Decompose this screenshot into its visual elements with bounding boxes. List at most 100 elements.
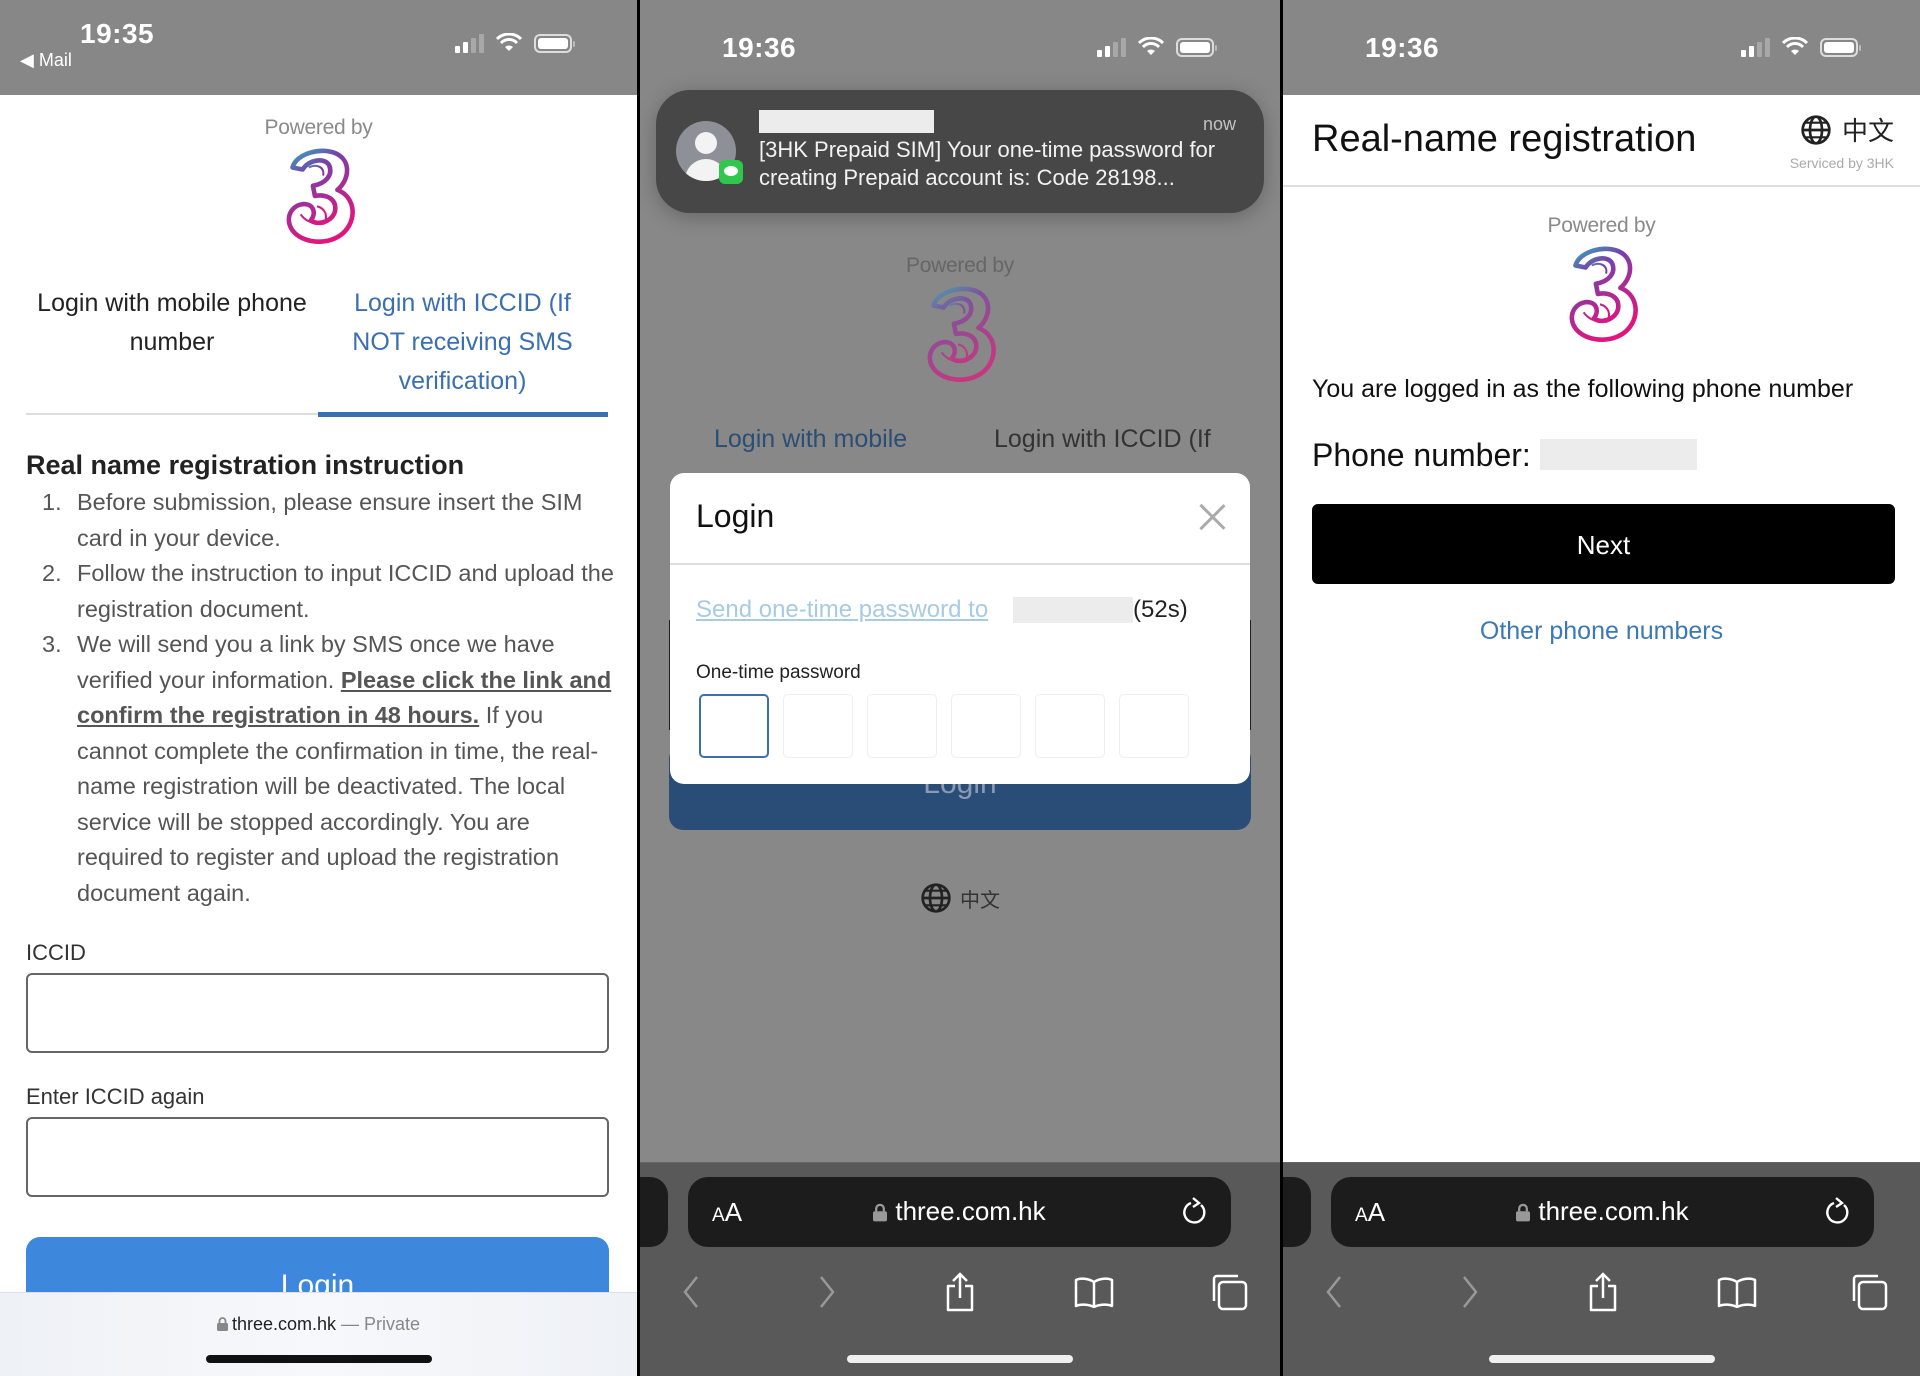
safari-url[interactable]: three.com.hk <box>688 1196 1231 1227</box>
safari-toolbar: AA three.com.hk <box>1283 1162 1920 1376</box>
home-indicator <box>847 1355 1073 1363</box>
previous-tab-pill[interactable] <box>640 1177 668 1247</box>
modal-title: Login <box>696 498 775 534</box>
resend-countdown: (52s) <box>1133 596 1188 623</box>
otp-label: One-time password <box>696 662 861 683</box>
tab-active-indicator <box>318 412 608 417</box>
wifi-icon <box>1782 37 1808 55</box>
bookmarks-icon[interactable] <box>1069 1267 1119 1317</box>
iccid-again-label: Enter ICCID again <box>26 1084 205 1109</box>
tabs-icon[interactable] <box>1204 1267 1254 1317</box>
back-to-mail-link[interactable]: ◀ Mail <box>20 50 72 71</box>
battery-icon <box>534 33 575 53</box>
tab-login-mobile[interactable]: Login with mobile phone number <box>26 284 318 362</box>
other-phone-numbers-link[interactable]: Other phone numbers <box>1283 617 1920 646</box>
three-logo-icon <box>1561 243 1643 345</box>
status-bar: 19:35 ◀ Mail <box>0 0 637 95</box>
home-indicator <box>205 1355 432 1363</box>
notification-time: now <box>1202 114 1236 134</box>
instruction-item: 1. Before submission, please ensure inser… <box>42 489 583 551</box>
otp-digit-6[interactable] <box>1119 694 1189 758</box>
previous-tab-pill[interactable] <box>1283 1177 1311 1247</box>
language-switch[interactable]: 中文 <box>1800 111 1894 148</box>
signal-icon <box>1741 37 1770 57</box>
otp-digit-4[interactable] <box>951 694 1021 758</box>
serviced-by-label: Serviced by 3HK <box>1789 155 1894 171</box>
three-logo-icon <box>278 145 360 247</box>
back-chevron-icon[interactable] <box>666 1267 716 1317</box>
sms-notification[interactable]: now [3HK Prepaid SIM] Your one-time pass… <box>656 90 1264 213</box>
iccid-input[interactable] <box>26 973 609 1053</box>
home-indicator <box>1488 1355 1715 1363</box>
powered-by-label: Powered by <box>264 116 373 139</box>
reload-icon[interactable] <box>1824 1197 1852 1227</box>
status-bar: 19:36 <box>1283 0 1920 95</box>
reload-icon[interactable] <box>1181 1197 1209 1227</box>
bookmarks-icon[interactable] <box>1712 1267 1762 1317</box>
page-header: Real-name registration 中文 Serviced by 3H… <box>1283 95 1920 187</box>
battery-icon <box>1820 37 1861 57</box>
signal-icon <box>1097 37 1126 57</box>
page-title: Real-name registration <box>1312 118 1697 160</box>
status-time: 19:35 <box>80 18 155 49</box>
lock-icon <box>1516 1203 1531 1222</box>
status-icons <box>1097 37 1217 57</box>
safari-url[interactable]: three.com.hk — Private <box>0 1314 637 1335</box>
instructions-title: Real name registration instruction <box>26 450 465 480</box>
safari-toolbar: AA three.com.hk <box>640 1162 1280 1376</box>
send-otp-link[interactable]: Send one-time password to <box>696 596 988 624</box>
signal-icon <box>455 33 484 53</box>
redacted-phone-number <box>1013 597 1133 623</box>
instructions-list: 1. Before submission, please ensure inser… <box>26 485 616 911</box>
screen-otp-login: 19:36 Powered by Login with mobile Login… <box>640 0 1280 1376</box>
redacted-sender <box>759 110 934 133</box>
lock-icon <box>216 1317 228 1331</box>
screen-iccid-login: 19:35 ◀ Mail Powered by Login with mobil… <box>0 0 637 1376</box>
modal-divider <box>670 563 1250 565</box>
back-chevron-icon[interactable] <box>1309 1267 1359 1317</box>
close-icon[interactable] <box>1198 503 1226 531</box>
globe-icon <box>1800 114 1832 146</box>
status-bar: 19:36 <box>640 0 1280 95</box>
status-icons <box>1741 37 1861 57</box>
next-button[interactable]: Next <box>1312 504 1895 584</box>
iccid-again-input[interactable] <box>26 1117 609 1197</box>
status-time: 19:36 <box>1365 32 1440 63</box>
forward-chevron-icon[interactable] <box>1445 1267 1495 1317</box>
phone-number-label: Phone number: <box>1312 437 1531 473</box>
language-switch[interactable]: 中文 <box>640 882 1280 914</box>
status-time: 19:36 <box>722 32 797 63</box>
iccid-label: ICCID <box>26 940 86 965</box>
globe-icon <box>920 882 952 914</box>
address-bar[interactable]: AA three.com.hk <box>1331 1177 1874 1247</box>
safari-url[interactable]: three.com.hk <box>1331 1196 1874 1227</box>
status-icons <box>455 33 575 53</box>
otp-digit-2[interactable] <box>783 694 853 758</box>
share-icon[interactable] <box>935 1267 985 1317</box>
browser-nav-toolbar <box>640 1267 1280 1317</box>
address-bar[interactable]: AA three.com.hk <box>688 1177 1231 1247</box>
browser-nav-toolbar <box>1283 1267 1920 1317</box>
instruction-item: 3. We will send you a link by SMS once we… <box>42 631 612 906</box>
logged-in-message: You are logged in as the following phone… <box>1312 375 1854 403</box>
otp-digit-5[interactable] <box>1035 694 1105 758</box>
tab-login-iccid[interactable]: Login with ICCID (If NOT receiving SMS v… <box>330 284 595 401</box>
safari-compact-bar[interactable]: three.com.hk — Private <box>0 1292 637 1376</box>
tabs-icon[interactable] <box>1844 1267 1894 1317</box>
screen-logged-in: 19:36 Real-name registration 中文 Serviced… <box>1283 0 1920 1376</box>
messages-app-icon <box>719 160 743 184</box>
notification-message: [3HK Prepaid SIM] Your one-time password… <box>759 137 1216 190</box>
otp-digit-1[interactable] <box>699 694 769 758</box>
otp-digit-3[interactable] <box>867 694 937 758</box>
tab-divider <box>26 413 318 415</box>
share-icon[interactable] <box>1578 1267 1628 1317</box>
lock-icon <box>873 1203 888 1222</box>
battery-icon <box>1176 37 1217 57</box>
forward-chevron-icon[interactable] <box>802 1267 852 1317</box>
redacted-phone-number <box>1540 439 1697 470</box>
wifi-icon <box>496 33 522 51</box>
login-modal: Login Send one-time password to (52s) On… <box>670 473 1250 784</box>
tab-login-mobile[interactable]: Login with mobile <box>714 425 907 454</box>
instruction-item: 2. Follow the instruction to input ICCID … <box>42 560 614 622</box>
tab-login-iccid[interactable]: Login with ICCID (If <box>994 425 1211 454</box>
